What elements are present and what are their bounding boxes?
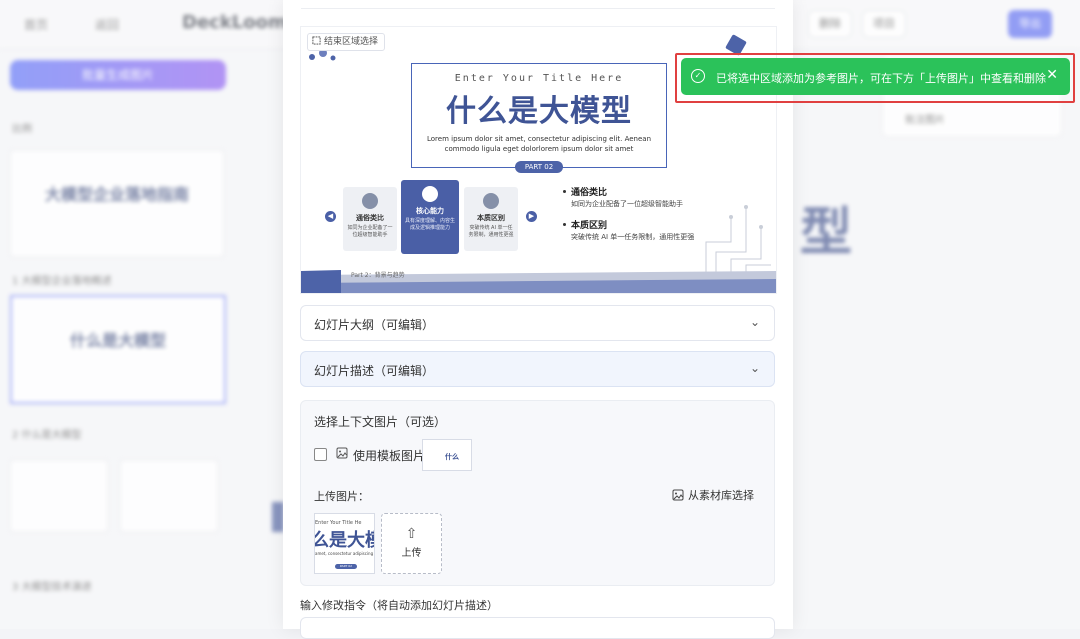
card-desc: 如同为企业配备了一位超级智能助手 (347, 225, 393, 238)
context-images-section: 选择上下文图片（可选） 使用模板图片 什么 上传图片： 从素材库选择 Enter… (300, 400, 775, 586)
slide-title: 什么是大模型 (446, 94, 632, 129)
carousel-prev-icon: ◀ (325, 211, 336, 222)
outline-accordion-label: 幻灯片大纲（可编辑） (314, 318, 435, 332)
instruction-label: 输入修改指令（将自动添加幻灯片描述） (300, 599, 498, 612)
card-title: 通俗类比 (356, 214, 384, 222)
part-badge: PART 02 (514, 161, 564, 173)
chevron-down-icon: ⌄ (749, 315, 760, 329)
bullet-item: 本质区别 突破传统 AI 单一任务限制，通用性更强 (563, 218, 694, 242)
context-title: 选择上下文图片（可选） (314, 415, 447, 429)
image-icon (336, 447, 348, 459)
check-circle-icon: ✓ (691, 69, 705, 83)
feature-card-active: 核心能力 具有深度理解、内容生成及逻辑推理能力 (401, 180, 459, 254)
region-chip-label: 结束区域选择 (324, 37, 379, 47)
bullet-desc: 突破传统 AI 单一任务限制，通用性更强 (571, 233, 695, 241)
bullet-dot (563, 190, 566, 193)
bullet-dot (563, 223, 566, 226)
bullet-title: 本质区别 (571, 221, 608, 231)
uploaded-image-thumbnail[interactable]: Enter Your Title He 么是大模 amet, consectet… (314, 513, 375, 574)
circuit-decoration (705, 205, 771, 272)
title-box: Enter Your Title Here 什么是大模型 Lorem ipsum… (411, 63, 667, 173)
end-region-select-button[interactable]: 结束区域选择 (307, 33, 386, 51)
bullet-desc: 如同为企业配备了一位超级智能助手 (571, 200, 683, 208)
description-accordion-label: 幻灯片描述（可编辑） (314, 364, 435, 378)
upload-button[interactable]: ⇧ 上传 (381, 513, 442, 574)
card-title: 核心能力 (416, 207, 444, 215)
slide-footer: Part 2：背景与趋势 (351, 272, 405, 279)
use-template-label: 使用模板图片 (353, 449, 426, 463)
feature-card: 通俗类比 如同为企业配备了一位超级智能助手 (343, 187, 397, 251)
bullet-item: 通俗类比 如同为企业配备了一位超级智能助手 (563, 185, 683, 209)
upload-icon: ⇧ (405, 526, 418, 542)
carousel-next-icon: ▶ (526, 211, 537, 222)
person-icon (362, 193, 378, 209)
library-link-label: 从素材库选择 (688, 489, 754, 502)
brain-icon (422, 186, 438, 202)
feature-card: 本质区别 突破传统 AI 单一任务限制，通用性更强 (464, 187, 518, 251)
card-desc: 突破传统 AI 单一任务限制，通用性更强 (468, 225, 514, 238)
divider (301, 8, 775, 9)
description-accordion[interactable]: 幻灯片描述（可编辑） ⌄ (300, 351, 775, 387)
success-toast: ✓ 已将选中区域添加为参考图片，可在下方「上传图片」中查看和删除 ✕ (681, 58, 1070, 95)
card-title: 本质区别 (477, 214, 505, 222)
thumb-title: 么是大模 (314, 530, 374, 551)
slide-subtitle: Enter Your Title Here (454, 73, 624, 84)
chevron-down-icon: ⌄ (749, 361, 760, 375)
thumb-lorem: amet, consectetur adipiscing (315, 551, 374, 556)
choose-from-library-button[interactable]: 从素材库选择 (672, 487, 754, 503)
toast-message: 已将选中区域添加为参考图片，可在下方「上传图片」中查看和删除 (716, 72, 1046, 85)
use-template-checkbox[interactable] (314, 448, 327, 461)
template-thumb-text: 什么 (445, 453, 459, 461)
thumb-part: PART 02 (335, 564, 357, 569)
template-thumbnail[interactable]: 什么 (422, 439, 472, 471)
bullet-title: 通俗类比 (571, 188, 608, 198)
instruction-input[interactable] (300, 617, 775, 639)
upload-button-label: 上传 (401, 548, 422, 559)
selection-icon (312, 36, 321, 45)
upload-label: 上传图片： (314, 490, 369, 503)
card-desc: 具有深度理解、内容生成及逻辑推理能力 (404, 218, 455, 231)
image-icon (672, 489, 684, 501)
factory-icon (483, 193, 499, 209)
outline-accordion[interactable]: 幻灯片大纲（可编辑） ⌄ (300, 305, 775, 341)
slide-body-text: Lorem ipsum dolor sit amet, consectetur … (426, 135, 652, 153)
close-icon[interactable]: ✕ (1046, 67, 1058, 83)
